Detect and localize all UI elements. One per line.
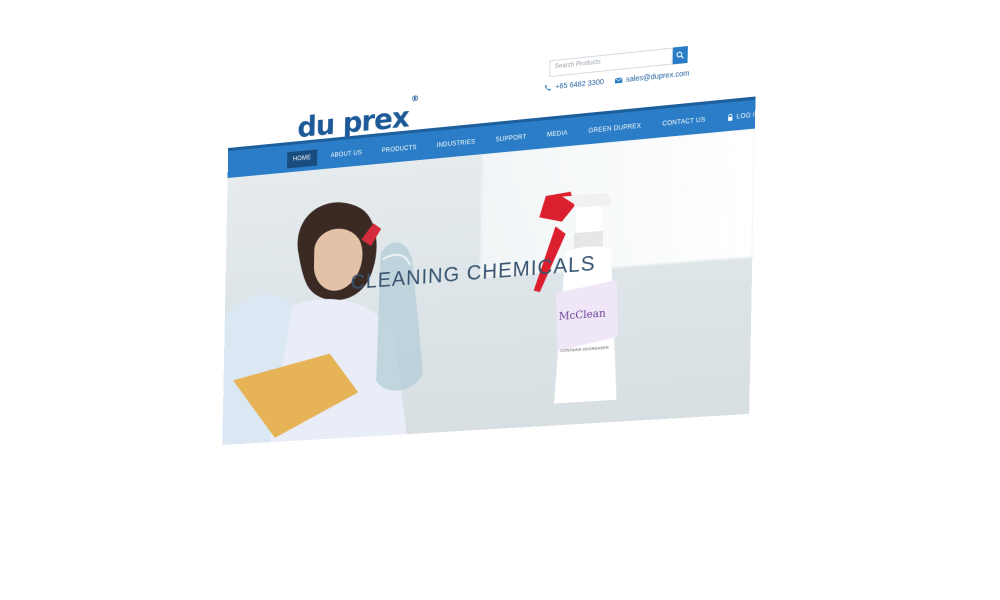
nav-item-home[interactable]: HOME [286, 148, 318, 168]
phone-icon [544, 83, 552, 92]
nav-item-products[interactable]: PRODUCTS [376, 139, 423, 160]
search-icon [676, 51, 685, 60]
website-preview: Search Products +65 6482 3300 sales@dupr… [222, 2, 758, 445]
nav-item-industries[interactable]: INDUSTRIES [431, 133, 482, 154]
login-label: LOG IN [736, 111, 758, 121]
nav-item-media[interactable]: MEDIA [541, 124, 574, 144]
phone-contact[interactable]: +65 6482 3300 [544, 78, 604, 92]
nav-item-support[interactable]: SUPPORT [489, 128, 532, 149]
hero-banner: McClean CONTAINS DEGREASER CLEANING CHEM… [222, 128, 755, 445]
browser-scene: Search Products +65 6482 3300 sales@dupr… [0, 0, 1000, 600]
lock-icon [727, 114, 734, 122]
spray-bottle-image [533, 191, 620, 404]
login-link[interactable]: LOG IN [720, 105, 757, 128]
nav-item-contact-us[interactable]: CONTACT US [656, 111, 712, 133]
mail-icon [614, 76, 623, 85]
email-address: sales@duprex.com [625, 69, 690, 84]
search-button[interactable] [672, 45, 688, 65]
email-contact[interactable]: sales@duprex.com [614, 69, 690, 85]
nav-item-green-duprex[interactable]: GREEN DUPREX [582, 117, 648, 140]
woman-cleaning-image [222, 198, 426, 445]
nav-item-about-us[interactable]: ABOUT US [325, 144, 369, 164]
phone-number: +65 6482 3300 [555, 78, 605, 91]
registered-mark: ® [411, 93, 419, 104]
